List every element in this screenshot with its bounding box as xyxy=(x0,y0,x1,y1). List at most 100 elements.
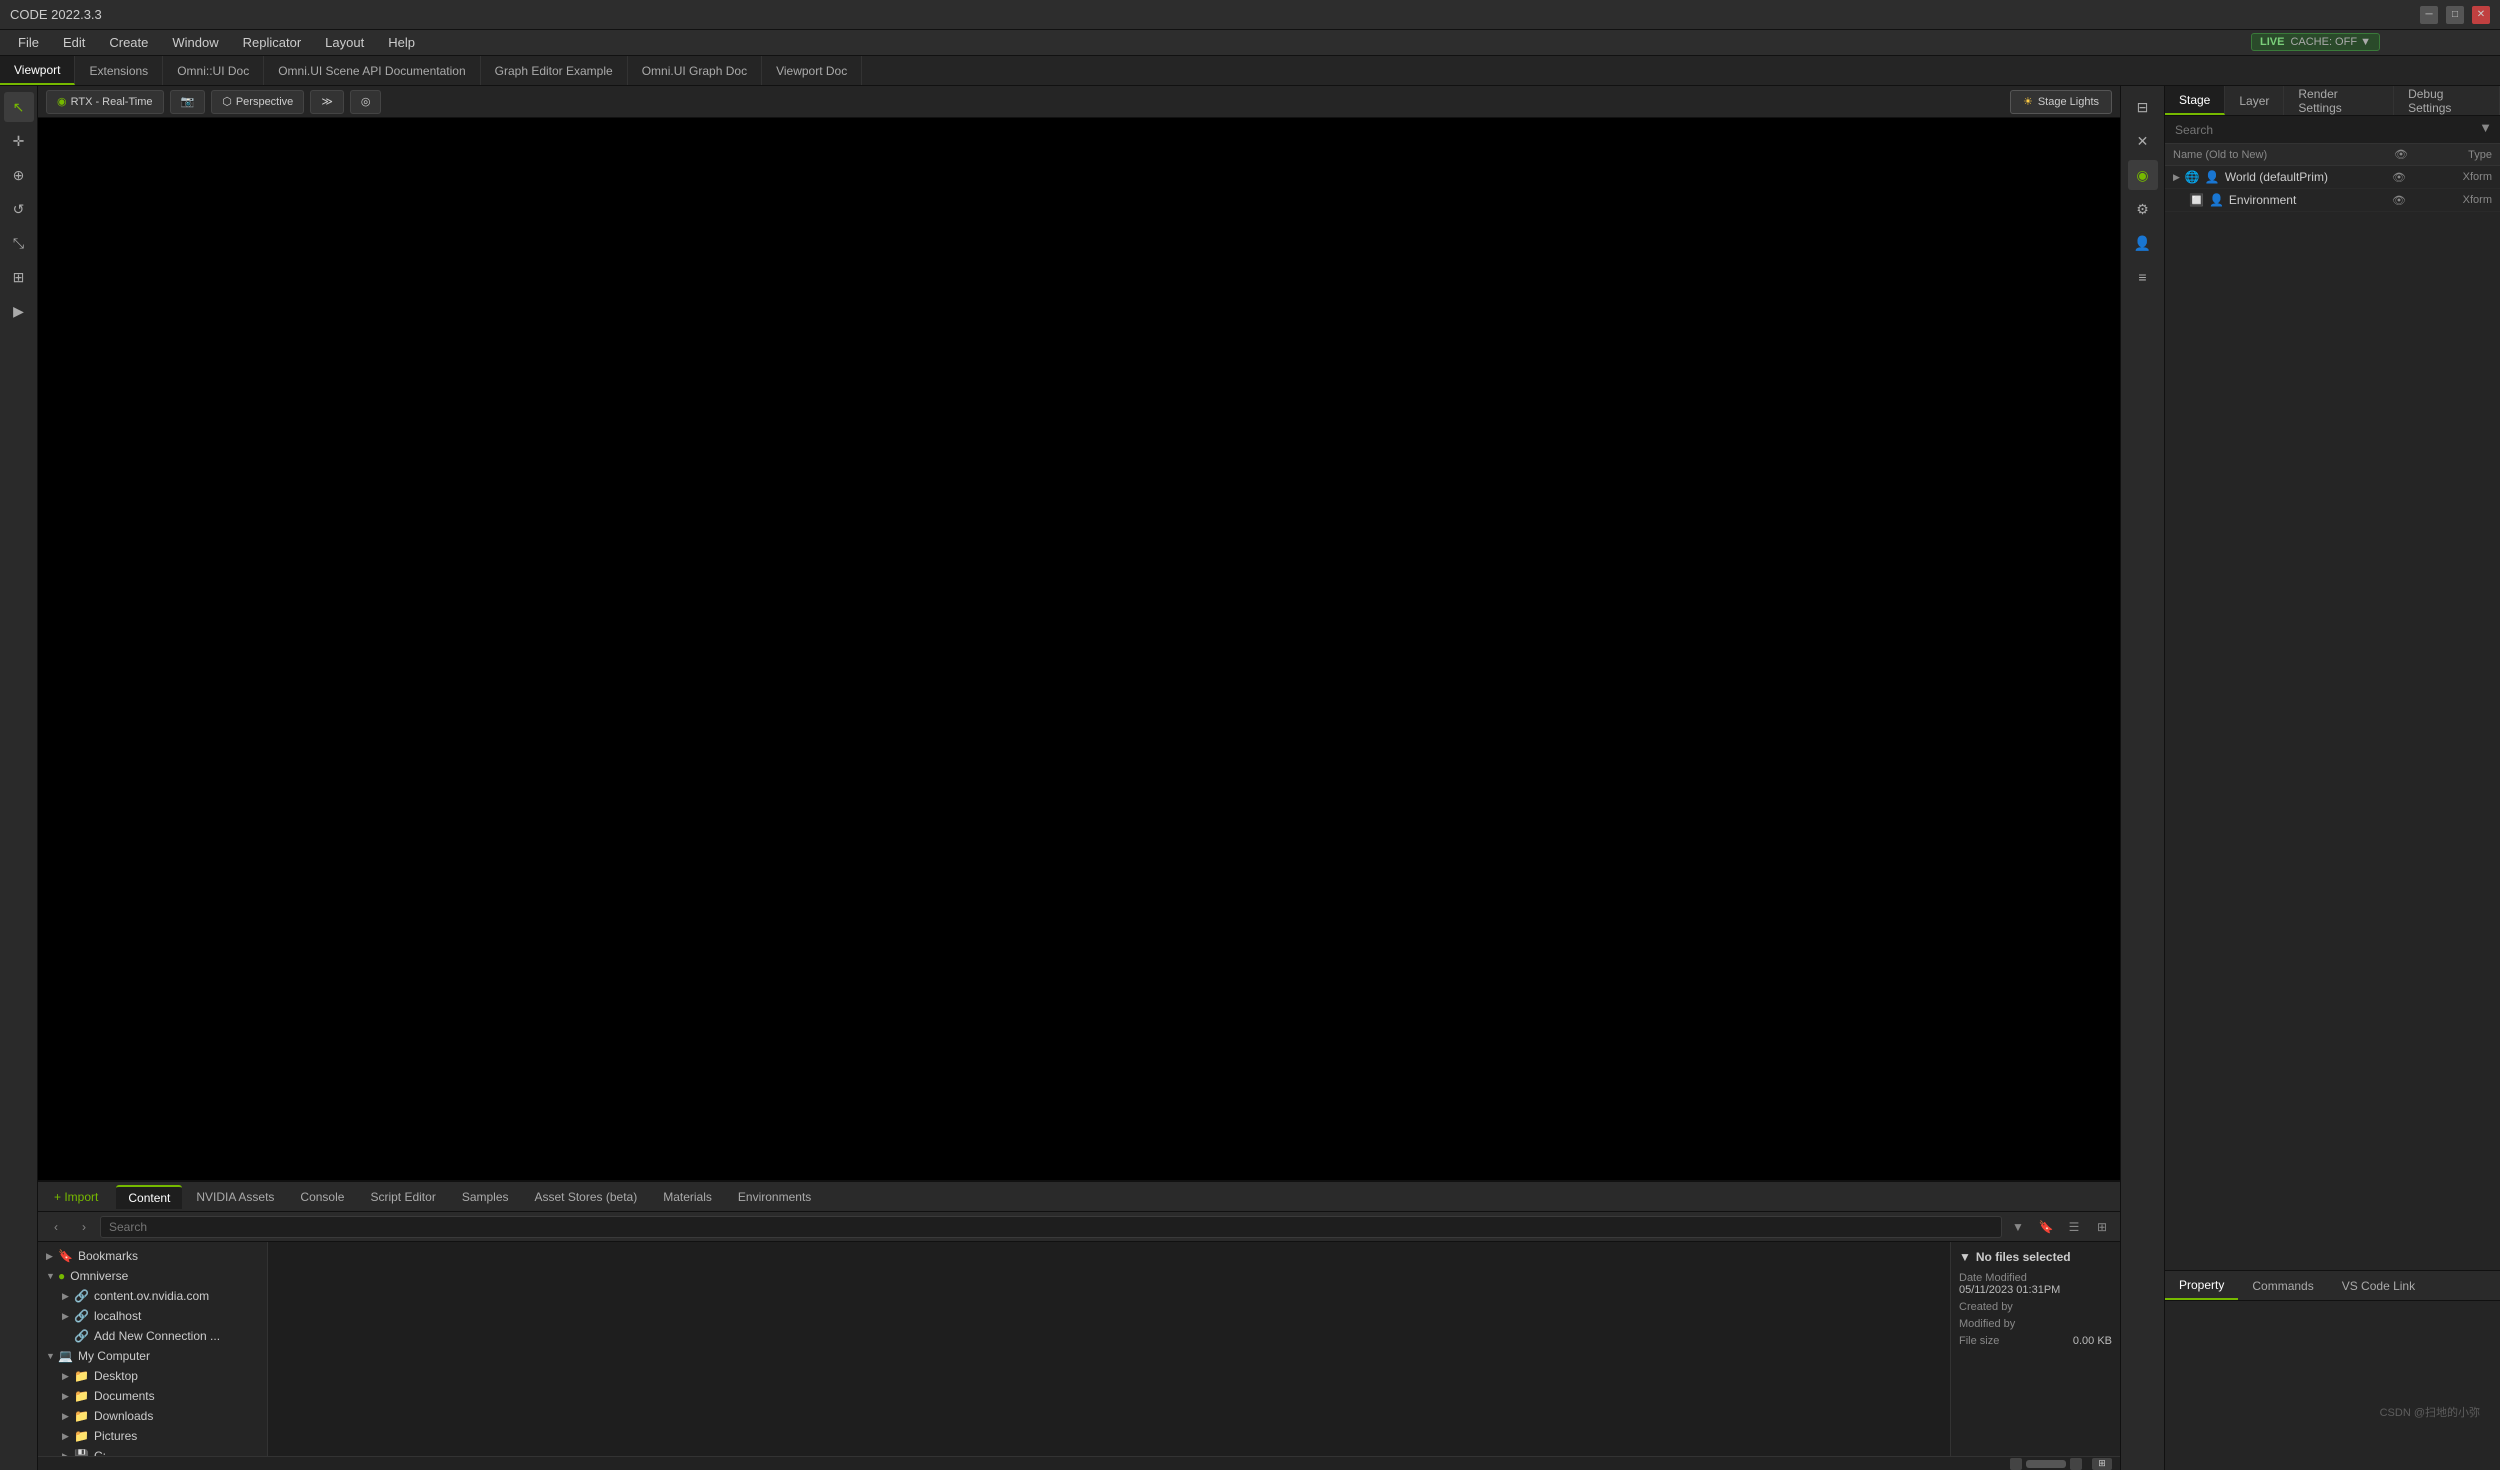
expand-icon: ▼ xyxy=(46,1351,58,1361)
file-details-panel: ▼ No files selected Date Modified 05/11/… xyxy=(1950,1242,2120,1456)
tab-commands[interactable]: Commands xyxy=(2238,1271,2327,1300)
tab-layer[interactable]: Layer xyxy=(2225,86,2284,115)
tree-item-documents[interactable]: ▶ 📁 Documents xyxy=(54,1386,267,1406)
tree-item-bookmarks[interactable]: ▶ 🔖 Bookmarks xyxy=(38,1246,267,1266)
tool-rotate[interactable]: ↺ xyxy=(4,194,34,224)
tab-omnui-doc[interactable]: Omni::UI Doc xyxy=(163,56,264,85)
created-by-row: Created by xyxy=(1959,1301,2112,1313)
stage-search-input[interactable] xyxy=(2165,116,2500,144)
tool-snap[interactable]: ⊞ xyxy=(4,262,34,292)
col-name: Name (Old to New) xyxy=(2173,149,2394,161)
expand-button[interactable]: ≫ xyxy=(310,90,344,114)
tab-samples[interactable]: Samples xyxy=(450,1186,521,1208)
tree-item-pictures[interactable]: ▶ 📁 Pictures xyxy=(54,1426,267,1446)
cache-label: CACHE: OFF ▼ xyxy=(2290,36,2371,48)
tab-console[interactable]: Console xyxy=(288,1186,356,1208)
grid-size-btn[interactable]: ⊞ xyxy=(2092,1458,2112,1470)
tree-item-downloads[interactable]: ▶ 📁 Downloads xyxy=(54,1406,267,1426)
visibility-col: 👁 xyxy=(2394,148,2408,161)
tool-select[interactable]: ↖ xyxy=(4,92,34,122)
perspective-button[interactable]: ⬡ Perspective xyxy=(211,90,304,114)
tab-viewport[interactable]: Viewport xyxy=(0,56,75,85)
file-size-value: 0.00 KB xyxy=(2073,1335,2112,1347)
close-panel-icon[interactable]: ✕ xyxy=(2128,126,2158,156)
grid-view-icon[interactable]: ⊞ xyxy=(2090,1215,2114,1239)
tab-asset-stores[interactable]: Asset Stores (beta) xyxy=(523,1186,650,1208)
tab-render-settings[interactable]: Render Settings xyxy=(2284,86,2394,115)
minimize-button[interactable]: ─ xyxy=(2420,6,2438,24)
camera-button[interactable]: 📷 xyxy=(170,90,206,114)
tree-item-omniverse[interactable]: ▼ ● Omniverse xyxy=(38,1266,267,1286)
tree-item-desktop[interactable]: ▶ 📁 Desktop xyxy=(54,1366,267,1386)
rtx-icon: ◉ xyxy=(57,95,67,108)
tab-graph-editor[interactable]: Graph Editor Example xyxy=(481,56,628,85)
stage-columns-header: Name (Old to New) 👁 Type xyxy=(2165,144,2500,166)
tab-content[interactable]: Content xyxy=(116,1185,182,1209)
tree-label-my-computer: My Computer xyxy=(78,1349,150,1363)
app-title: CODE 2022.3.3 xyxy=(10,7,102,22)
tab-nvidia-assets[interactable]: NVIDIA Assets xyxy=(184,1186,286,1208)
tool-play[interactable]: ▶ xyxy=(4,296,34,326)
menu-layout[interactable]: Layout xyxy=(315,32,374,53)
menu-edit[interactable]: Edit xyxy=(53,32,95,53)
tab-omni-scene-api[interactable]: Omni.UI Scene API Documentation xyxy=(264,56,480,85)
tab-vs-code-link[interactable]: VS Code Link xyxy=(2328,1271,2429,1300)
tab-extensions[interactable]: Extensions xyxy=(75,56,163,85)
radio-button[interactable]: ◎ xyxy=(350,90,382,114)
tab-stage[interactable]: Stage xyxy=(2165,86,2225,115)
filter-panel-icon[interactable]: ≡ xyxy=(2128,262,2158,292)
tab-debug-settings[interactable]: Debug Settings xyxy=(2394,86,2500,115)
maximize-button[interactable]: □ xyxy=(2446,6,2464,24)
tool-move[interactable]: ✛ xyxy=(4,126,34,156)
env-prim-icon: 🔲 xyxy=(2189,193,2204,207)
bookmark-icon[interactable]: 🔖 xyxy=(2034,1215,2058,1239)
layers-icon[interactable]: ⊟ xyxy=(2128,92,2158,122)
scrollbar-thumb[interactable] xyxy=(2026,1460,2066,1468)
import-button[interactable]: + Import xyxy=(46,1186,106,1208)
tool-scale[interactable]: ⤡ xyxy=(4,228,34,258)
scroll-left-btn[interactable] xyxy=(2010,1458,2022,1470)
nav-back-button[interactable]: ‹ xyxy=(44,1215,68,1239)
tree-item-content-ov[interactable]: ▶ 🔗 content.ov.nvidia.com xyxy=(54,1286,267,1306)
world-visibility-icon[interactable]: 👁 xyxy=(2392,171,2406,184)
tool-transform[interactable]: ⊕ xyxy=(4,160,34,190)
objects-icon[interactable]: ◉ xyxy=(2128,160,2158,190)
animation-icon[interactable]: 👤 xyxy=(2128,228,2158,258)
tab-materials[interactable]: Materials xyxy=(651,1186,724,1208)
stage-lights-button[interactable]: ☀ Stage Lights xyxy=(2010,90,2112,114)
env-visibility-icon[interactable]: 👁 xyxy=(2392,194,2406,207)
env-label: Environment xyxy=(2229,193,2296,207)
tree-item-add-connection[interactable]: 🔗 Add New Connection ... xyxy=(54,1326,267,1346)
content-area: ◉ RTX - Real-Time 📷 ⬡ Perspective ≫ ◎ ☀ … xyxy=(38,86,2120,1470)
tab-omni-graph-doc[interactable]: Omni.UI Graph Doc xyxy=(628,56,762,85)
stage-row-environment[interactable]: 🔲 👤 Environment 👁 Xform xyxy=(2165,189,2500,212)
tree-item-my-computer[interactable]: ▼ 💻 My Computer xyxy=(38,1346,267,1366)
right-toolbar: ⊟ ✕ ◉ ⚙ 👤 ≡ xyxy=(2121,86,2165,1470)
close-button[interactable]: ✕ xyxy=(2472,6,2490,24)
menu-file[interactable]: File xyxy=(8,32,49,53)
expand-icon: ▶ xyxy=(62,1291,74,1302)
tab-script-editor[interactable]: Script Editor xyxy=(358,1186,447,1208)
tree-label-omniverse: Omniverse xyxy=(70,1269,128,1283)
titlebar: CODE 2022.3.3 ─ □ ✕ xyxy=(0,0,2500,30)
tab-environments[interactable]: Environments xyxy=(726,1186,823,1208)
filter-icon[interactable]: ▼ xyxy=(2006,1215,2030,1239)
tab-property[interactable]: Property xyxy=(2165,1271,2238,1300)
tree-item-drive-c[interactable]: ▶ 💾 C: xyxy=(54,1446,267,1456)
menu-window[interactable]: Window xyxy=(162,32,228,53)
menu-replicator[interactable]: Replicator xyxy=(233,32,312,53)
live-badge[interactable]: LIVE CACHE: OFF ▼ xyxy=(2251,33,2380,51)
nav-forward-button[interactable]: › xyxy=(72,1215,96,1239)
gear-icon[interactable]: ⚙ xyxy=(2128,194,2158,224)
viewport-canvas[interactable] xyxy=(38,118,2120,1180)
stage-filter-button[interactable]: ▼ xyxy=(2479,120,2492,135)
rtx-realtime-button[interactable]: ◉ RTX - Real-Time xyxy=(46,90,164,114)
menu-create[interactable]: Create xyxy=(99,32,158,53)
content-search-input[interactable] xyxy=(100,1216,2002,1238)
stage-row-world[interactable]: ▶ 🌐 👤 World (defaultPrim) 👁 Xform xyxy=(2165,166,2500,189)
scroll-right-btn[interactable] xyxy=(2070,1458,2082,1470)
menu-help[interactable]: Help xyxy=(378,32,425,53)
tree-item-localhost[interactable]: ▶ 🔗 localhost xyxy=(54,1306,267,1326)
list-view-icon[interactable]: ☰ xyxy=(2062,1215,2086,1239)
tab-viewport-doc[interactable]: Viewport Doc xyxy=(762,56,862,85)
